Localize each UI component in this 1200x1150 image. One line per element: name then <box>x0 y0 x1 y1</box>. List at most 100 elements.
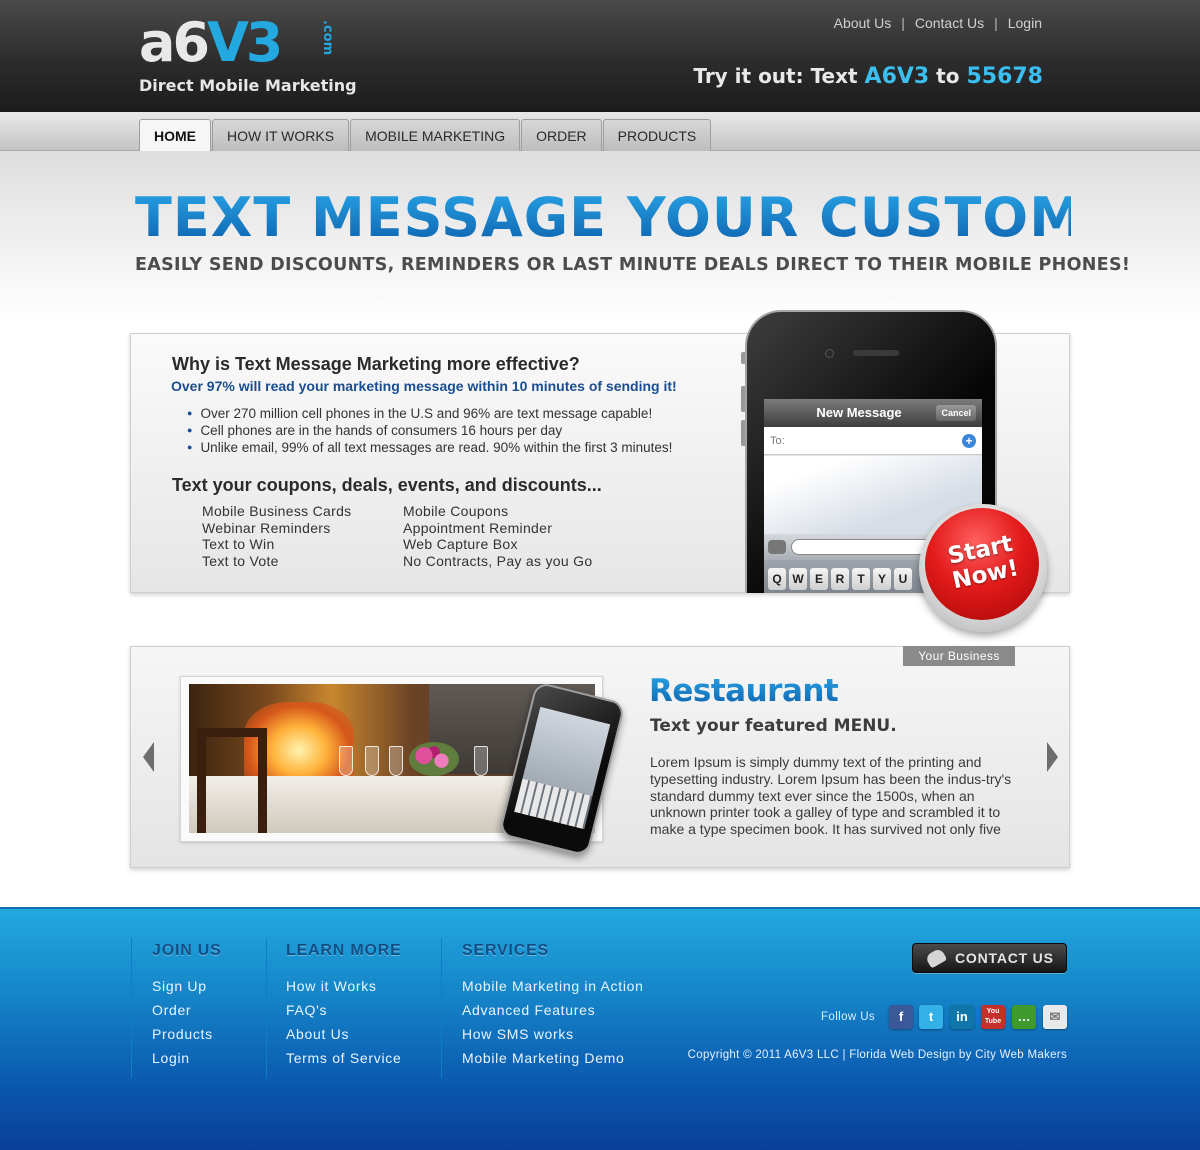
site-logo[interactable]: a6V3 .com Direct Mobile Marketing <box>139 16 369 98</box>
key: Y <box>873 568 891 590</box>
footer-link-about-us[interactable]: About Us <box>286 1022 401 1046</box>
link-separator: | <box>901 15 905 31</box>
tab-order[interactable]: ORDER <box>521 119 602 151</box>
services-heading: SERVICES <box>462 942 550 959</box>
footer-column-divider <box>441 938 442 1078</box>
carousel-title: Restaurant <box>649 673 839 709</box>
add-contact-icon: + <box>962 434 976 448</box>
why-subtitle: Over 97% will read your marketing messag… <box>171 378 677 394</box>
hero-title: TEXT MESSAGE YOUR CUSTOMERS! <box>135 186 1200 249</box>
wine-glass <box>389 746 403 776</box>
chat-icon[interactable]: … <box>1012 1005 1036 1029</box>
carousel-prev-arrow[interactable] <box>143 742 154 772</box>
tab-home[interactable]: HOME <box>139 119 211 152</box>
contact-us-label: CONTACT US <box>955 950 1054 966</box>
to-label: To: <box>770 435 785 447</box>
your-business-tag: Your Business <box>903 646 1015 666</box>
twitter-icon[interactable]: t <box>919 1005 943 1029</box>
footer-link-sign-up[interactable]: Sign Up <box>152 974 213 998</box>
logo-suffix: .com <box>320 20 335 56</box>
features-column-2: Mobile Coupons Appointment Reminder Web … <box>403 503 592 569</box>
phone-icon <box>924 947 948 969</box>
logo-text-a: a6 <box>139 11 210 74</box>
footer-link-how-it-works[interactable]: How it Works <box>286 974 401 998</box>
footer-link-order[interactable]: Order <box>152 998 213 1022</box>
try-it-banner: Try it out: Text A6V3 to 55678 <box>693 64 1043 89</box>
footer-column-divider <box>131 938 132 1078</box>
list-item: Appointment Reminder <box>403 519 553 536</box>
try-code: A6V3 <box>864 64 930 89</box>
email-icon[interactable]: ✉ <box>1043 1005 1067 1029</box>
join-us-links: Sign Up Order Products Login <box>152 974 213 1070</box>
list-item: Mobile Coupons <box>403 503 509 519</box>
to-field: To: + <box>764 427 982 455</box>
features-column-1: Mobile Business Cards Webinar Reminders … <box>202 503 351 569</box>
compose-input <box>791 539 941 555</box>
list-item: Webinar Reminders <box>202 519 331 536</box>
chair <box>197 728 267 833</box>
why-title: Why is Text Message Marketing more effec… <box>172 354 580 374</box>
key: T <box>852 568 870 590</box>
contact-us-button[interactable]: CONTACT US <box>912 943 1067 973</box>
youtube-glyph: You Tube <box>984 1008 1002 1025</box>
cancel-button: Cancel <box>936 405 976 421</box>
linkedin-icon[interactable]: in <box>950 1005 974 1029</box>
hero-subtitle: EASILY SEND DISCOUNTS, REMINDERS OR LAST… <box>135 255 1131 275</box>
footer-link-faqs[interactable]: FAQ's <box>286 998 401 1022</box>
footer-link-marketing-in-action[interactable]: Mobile Marketing in Action <box>462 974 644 998</box>
list-item: Unlike email, 99% of all text messages a… <box>187 439 672 456</box>
start-now-face: Start Now! <box>925 508 1039 620</box>
footer-link-marketing-demo[interactable]: Mobile Marketing Demo <box>462 1046 644 1070</box>
screen-title: New Message <box>816 405 902 420</box>
login-link[interactable]: Login <box>1008 15 1042 31</box>
join-us-heading: JOIN US <box>152 942 222 959</box>
start-now-label: Start Now! <box>939 530 1028 596</box>
tab-how-it-works[interactable]: HOW IT WORKS <box>212 119 350 151</box>
follow-us-label: Follow Us <box>821 1011 876 1023</box>
key: E <box>810 568 828 590</box>
twitter-glyph: t <box>928 1009 934 1024</box>
carousel-subtitle: Text your featured MENU. <box>650 716 897 736</box>
tab-mobile-marketing[interactable]: MOBILE MARKETING <box>350 119 521 151</box>
list-item: No Contracts, Pay as you Go <box>403 552 593 569</box>
about-us-link[interactable]: About Us <box>834 15 892 31</box>
camera-icon <box>768 540 786 554</box>
key: W <box>789 568 807 590</box>
footer-link-how-sms-works[interactable]: How SMS works <box>462 1022 644 1046</box>
footer-link-login[interactable]: Login <box>152 1046 213 1070</box>
list-item: Web Capture Box <box>403 536 518 553</box>
wine-glass <box>339 746 353 776</box>
wine-glass <box>474 746 488 776</box>
footer-link-terms[interactable]: Terms of Service <box>286 1046 401 1070</box>
message-header: New Message Cancel <box>764 399 982 427</box>
wine-glass <box>365 746 379 776</box>
footer-link-products[interactable]: Products <box>152 1022 213 1046</box>
contact-us-link[interactable]: Contact Us <box>915 15 984 31</box>
youtube-icon[interactable]: You Tube <box>981 1005 1005 1029</box>
list-item: Mobile Business Cards <box>202 503 352 519</box>
footer-link-advanced-features[interactable]: Advanced Features <box>462 998 644 1022</box>
list-item: Over 270 million cell phones in the U.S … <box>187 405 672 422</box>
linkedin-glyph: in <box>956 1009 968 1024</box>
top-links: About Us | Contact Us | Login <box>834 15 1042 31</box>
tab-products[interactable]: PRODUCTS <box>602 119 712 151</box>
start-now-button[interactable]: Start Now! <box>919 504 1047 632</box>
try-number: 55678 <box>966 64 1043 89</box>
facebook-icon[interactable]: f <box>889 1005 913 1029</box>
learn-more-links: How it Works FAQ's About Us Terms of Ser… <box>286 974 401 1070</box>
link-separator: | <box>994 15 998 31</box>
key: R <box>831 568 849 590</box>
learn-more-heading: LEARN MORE <box>286 942 402 959</box>
carousel-next-arrow[interactable] <box>1047 742 1058 772</box>
try-prefix: Try it out: Text <box>693 64 865 88</box>
benefit-list: Over 270 million cell phones in the U.S … <box>187 405 672 456</box>
key: U <box>894 568 912 590</box>
carousel-body: Lorem Ipsum is simply dummy text of the … <box>650 754 1012 838</box>
site-header: a6V3 .com Direct Mobile Marketing About … <box>0 0 1200 112</box>
chat-glyph: … <box>1017 1009 1031 1024</box>
logo-text-b: V3 <box>207 11 283 74</box>
copyright-text: Copyright © 2011 A6V3 LLC | Florida Web … <box>687 1049 1067 1061</box>
key: Q <box>768 568 786 590</box>
logo-wordmark: a6V3 <box>139 16 283 70</box>
flower-bouquet <box>409 742 459 776</box>
